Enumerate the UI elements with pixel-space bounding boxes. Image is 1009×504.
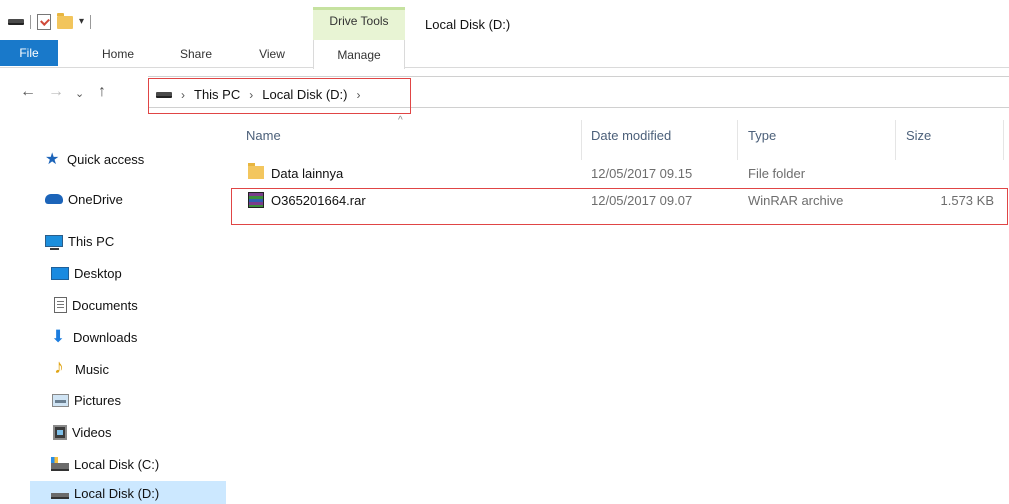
document-icon — [54, 297, 67, 313]
drive-icon — [8, 19, 24, 25]
desktop-icon — [51, 266, 69, 280]
sort-ascending-icon: ^ — [398, 115, 403, 126]
drive-tools-context-tab: Drive Tools — [313, 7, 405, 40]
film-icon — [53, 424, 67, 440]
column-header-size[interactable]: Size — [906, 128, 931, 143]
tab-view[interactable]: View — [246, 40, 298, 68]
window-title: Local Disk (D:) — [425, 17, 511, 32]
sidebar-item-this-pc[interactable]: This PC — [45, 230, 114, 252]
sidebar-item-label: Music — [75, 361, 109, 377]
up-arrow-icon[interactable]: ↑ — [98, 83, 106, 101]
sidebar-item-local-disk-d[interactable]: Local Disk (D:) — [30, 481, 226, 504]
sidebar-item-downloads[interactable]: Downloads — [51, 326, 137, 348]
ribbon-tab-bar: File Home Share View Manage — [0, 40, 1009, 69]
sidebar-item-videos[interactable]: Videos — [53, 421, 112, 443]
sidebar-item-quick-access[interactable]: Quick access — [45, 148, 144, 170]
sidebar-item-label: Local Disk (D:) — [74, 485, 160, 501]
table-row[interactable]: Data lainnya 12/05/2017 09.15 File folde… — [226, 163, 1009, 185]
properties-icon[interactable] — [37, 14, 51, 30]
back-arrow-icon[interactable]: ← — [20, 83, 36, 101]
sidebar-item-label: Pictures — [74, 392, 121, 408]
sidebar-item-label: Documents — [72, 297, 138, 313]
download-arrow-icon — [51, 327, 68, 347]
new-folder-icon[interactable] — [57, 12, 73, 29]
column-header-type[interactable]: Type — [748, 128, 776, 143]
cloud-icon — [45, 194, 63, 204]
sidebar-item-label: Local Disk (C:) — [74, 456, 160, 472]
sidebar-item-pictures[interactable]: Pictures — [52, 389, 121, 411]
tab-share[interactable]: Share — [170, 40, 222, 68]
address-highlight-box — [148, 78, 411, 114]
recent-locations-chevron-icon[interactable]: ⌄ — [75, 87, 84, 100]
column-divider[interactable] — [581, 120, 582, 160]
forward-arrow-icon[interactable]: → — [48, 83, 64, 101]
title-bar: ▾ Drive Tools Local Disk (D:) — [0, 0, 1009, 40]
sidebar-item-documents[interactable]: Documents — [54, 294, 138, 316]
file-list: ^ Name Date modified Type Size Data lain… — [226, 115, 1009, 504]
navigation-bar: ← → ⌄ ↑ › This PC › Local Disk (D:) › — [0, 73, 1009, 115]
toolbar-separator — [90, 15, 92, 29]
file-date-modified: 12/05/2017 09.15 — [591, 166, 693, 181]
sidebar-item-label: Videos — [72, 424, 112, 440]
file-name: Data lainnya — [271, 166, 344, 181]
drive-icon — [51, 493, 69, 499]
column-divider[interactable] — [895, 120, 896, 160]
sidebar-item-label: Desktop — [74, 265, 122, 281]
windows-drive-icon — [51, 456, 69, 471]
sidebar-item-label: This PC — [68, 233, 115, 249]
sidebar-item-label: Downloads — [73, 329, 138, 345]
sidebar-item-onedrive[interactable]: OneDrive — [45, 188, 123, 210]
column-header-date-modified[interactable]: Date modified — [591, 128, 671, 143]
sidebar-item-local-disk-c[interactable]: Local Disk (C:) — [51, 453, 159, 475]
column-divider[interactable] — [737, 120, 738, 160]
computer-icon — [45, 235, 63, 250]
sidebar-item-music[interactable]: Music — [53, 356, 109, 380]
tab-manage[interactable]: Manage — [313, 40, 405, 69]
pictures-icon — [52, 393, 69, 407]
music-note-icon — [53, 356, 70, 379]
file-type: File folder — [748, 166, 806, 181]
quick-access-toolbar: ▾ — [8, 12, 92, 30]
toolbar-separator — [30, 15, 31, 29]
column-divider[interactable] — [1003, 120, 1004, 160]
column-header-name[interactable]: Name — [246, 128, 281, 143]
sidebar-item-label: OneDrive — [68, 191, 123, 207]
sidebar-item-desktop[interactable]: Desktop — [51, 262, 122, 284]
tab-file[interactable]: File — [0, 40, 58, 66]
tab-home[interactable]: Home — [92, 40, 144, 68]
navigation-pane: Quick access OneDrive This PC Desktop Do… — [0, 115, 226, 504]
folder-icon — [248, 163, 264, 179]
star-icon — [45, 149, 62, 169]
customize-toolbar-icon[interactable]: ▾ — [79, 17, 84, 27]
file-highlight-box — [231, 188, 1008, 225]
sidebar-item-label: Quick access — [67, 151, 145, 167]
